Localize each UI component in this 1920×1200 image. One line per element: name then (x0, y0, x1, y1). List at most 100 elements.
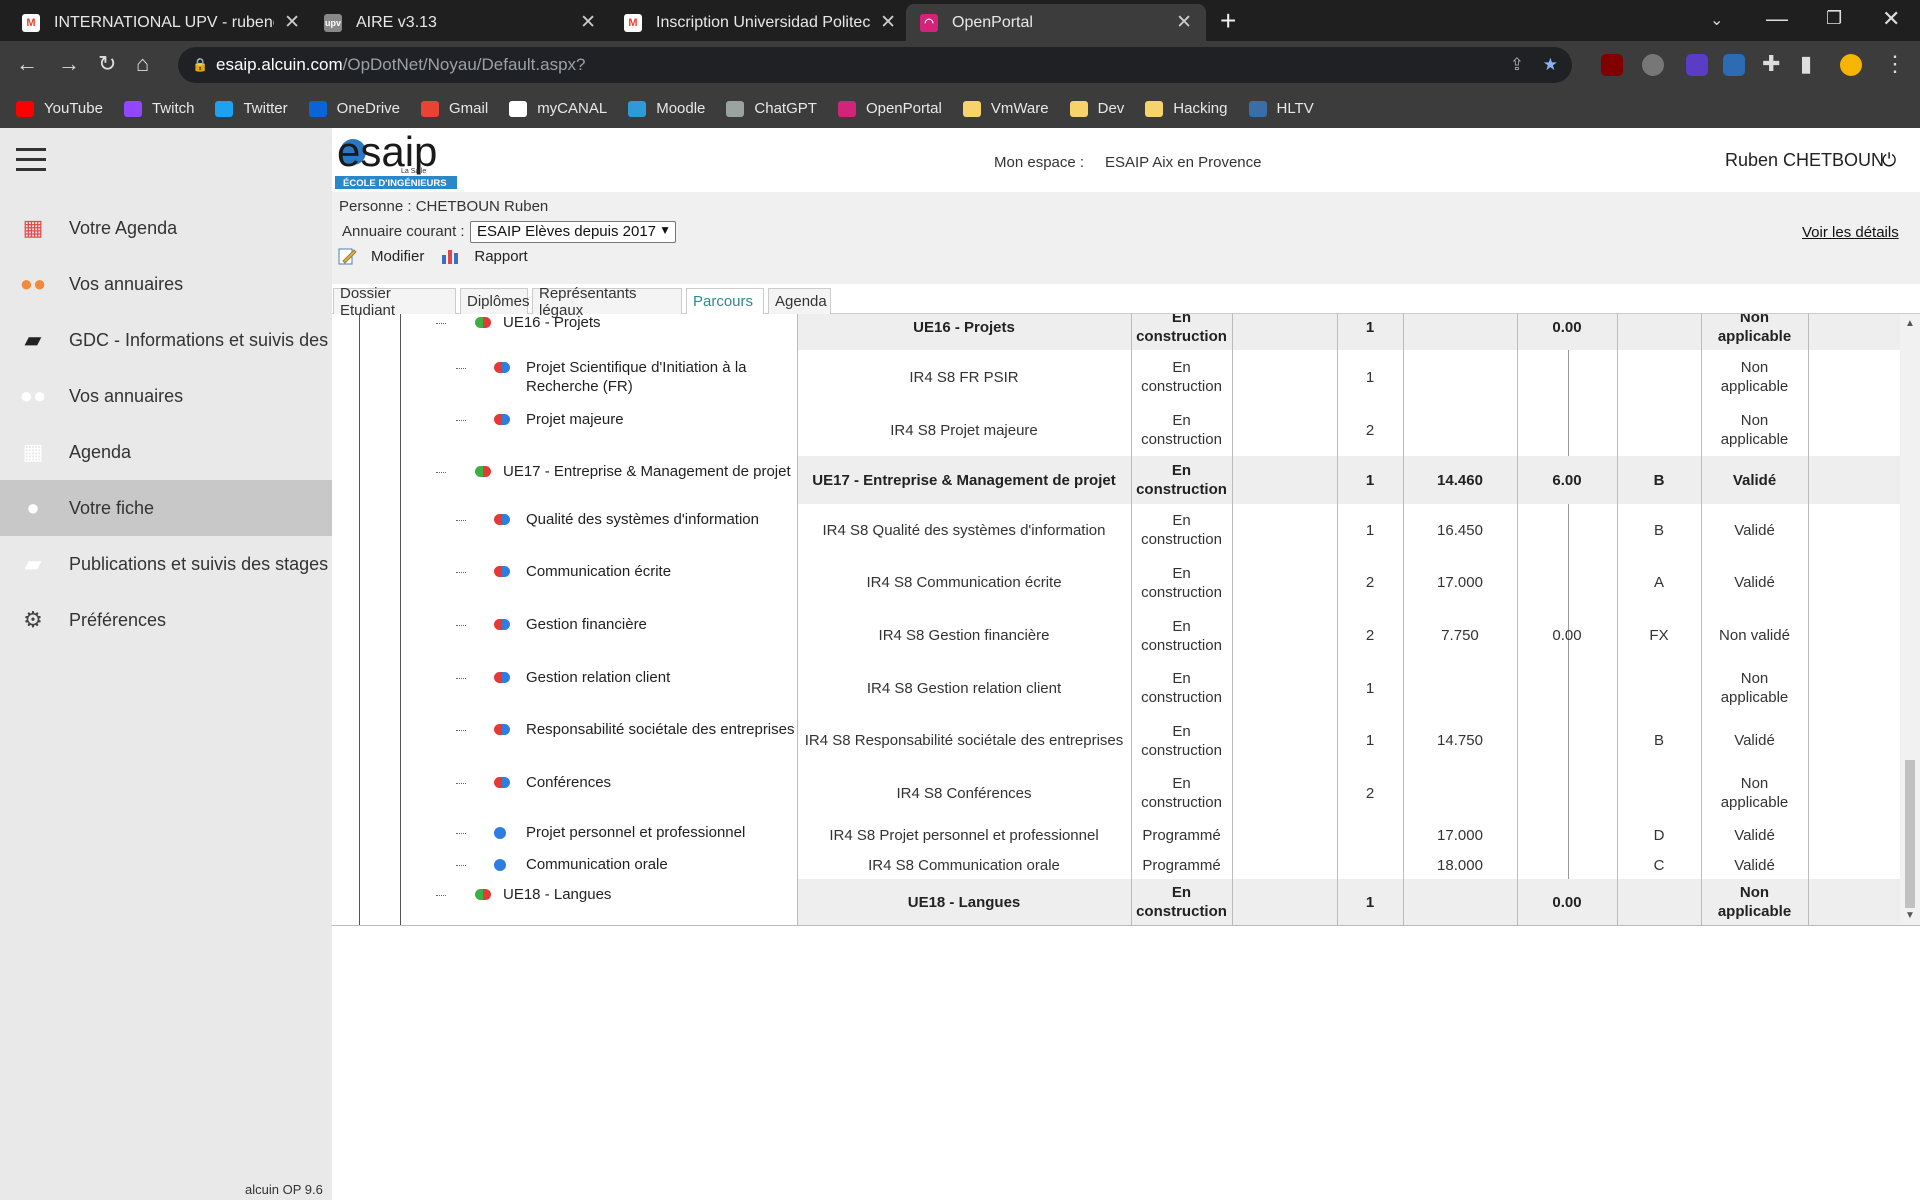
cell-separator (1517, 925, 1518, 926)
hamburger-menu-icon[interactable] (16, 148, 46, 172)
more-menu-icon[interactable]: ⋮ (1884, 51, 1906, 77)
scroll-down-icon[interactable]: ▼ (1905, 910, 1915, 921)
minimize-icon[interactable]: — (1766, 6, 1788, 32)
course-row[interactable]: EspagnolIR4 S8 EspagnolEn construction 1 N… (332, 925, 1900, 926)
annuaire-select[interactable]: ESAIP Elèves depuis 2017 ▼ (470, 221, 676, 243)
tree-label[interactable]: Communication orale (526, 855, 668, 874)
url-input[interactable]: 🔒 esaip.alcuin.com/OpDotNet/Noyau/Defaul… (178, 47, 1572, 83)
extension-icon[interactable] (1642, 54, 1664, 76)
bookmark-twitch[interactable]: Twitch (123, 100, 194, 117)
tree-label[interactable]: Gestion financière (526, 615, 647, 634)
course-row[interactable]: Gestion financière IR4 S8 Gestion financi… (332, 609, 1900, 662)
restore-icon[interactable]: ❐ (1826, 8, 1842, 29)
bookmark-star-icon[interactable]: ★ (1543, 55, 1558, 75)
tab-representants-legaux[interactable]: Représentants légaux (532, 285, 682, 319)
tree-label[interactable]: Gestion relation client (526, 668, 670, 687)
course-row[interactable]: Projet personnel et professionnel IR4 S8 … (332, 819, 1900, 851)
course-row[interactable]: Projet Scientifique d'Initiation à la Re… (332, 350, 1900, 404)
bookmark-hacking[interactable]: Hacking (1145, 100, 1228, 117)
scrollbar-thumb[interactable] (1905, 760, 1915, 908)
bookmark-onedrive[interactable]: OneDrive (308, 100, 400, 117)
details-link[interactable]: Voir les détails (1802, 224, 1899, 241)
tab-search-icon[interactable]: ⌄ (1710, 10, 1723, 30)
tree-label[interactable]: UE16 - Projets (503, 314, 601, 332)
cell-note: 17.000 (1437, 826, 1483, 844)
back-icon[interactable]: ← (16, 51, 38, 77)
course-row[interactable]: Communication écrite IR4 S8 Communication… (332, 556, 1900, 609)
tab-diplomes[interactable]: Diplômes (460, 288, 530, 314)
close-tab-icon[interactable]: ✕ (880, 11, 896, 34)
bookmark-dev[interactable]: Dev (1069, 100, 1124, 117)
close-tab-icon[interactable]: ✕ (580, 11, 596, 34)
ue-row[interactable]: UE17 - Entreprise & Management de projet… (332, 456, 1900, 504)
vertical-scrollbar[interactable]: ▲ ▼ (1900, 314, 1920, 925)
tree-label[interactable]: Projet Scientifique d'Initiation à la Re… (491, 358, 761, 396)
tree-connector (436, 895, 446, 896)
tab-parcours[interactable]: Parcours (686, 288, 764, 314)
tree-label[interactable]: UE17 - Entreprise & Management de projet (503, 462, 791, 481)
bookmark-moodle[interactable]: Moodle (628, 100, 705, 117)
reload-icon[interactable]: ↻ (98, 51, 116, 77)
browser-tab-3[interactable]: M Inscription Universidad Politecnic ✕ (610, 4, 910, 41)
bookmark-mycanal[interactable]: myCANAL (509, 100, 607, 117)
browser-tab-2[interactable]: upv AIRE v3.13 ✕ (310, 4, 610, 41)
extension-icon[interactable] (1686, 54, 1708, 76)
course-row[interactable]: Qualité des systèmes d'information IR4 S8… (332, 504, 1900, 556)
tree-label[interactable]: Projet personnel et professionnel (526, 823, 745, 842)
bookmark-openportal[interactable]: OpenPortal (837, 100, 942, 117)
tree-label[interactable]: Projet majeure (526, 410, 624, 429)
home-icon[interactable]: ⌂ (136, 51, 149, 77)
course-row[interactable]: Communication orale IR4 S8 Communication … (332, 851, 1900, 879)
sidebar-item-3[interactable]: ●● Vos annuaires (0, 368, 332, 424)
tab-dossier-etudiant[interactable]: Dossier Etudiant (333, 285, 456, 319)
puzzle-icon[interactable]: ✚ (1762, 51, 1780, 77)
close-window-icon[interactable]: ✕ (1882, 6, 1900, 32)
sidebar-item-1[interactable]: ●● Vos annuaires (0, 256, 332, 312)
bookmark-youtube[interactable]: YouTube (16, 100, 103, 117)
modify-button[interactable]: Modifier (337, 246, 424, 266)
ue-row[interactable]: UE18 - Langues UE18 - Langues En construct… (332, 879, 1900, 925)
tree-label[interactable]: Qualité des systèmes d'information (526, 510, 759, 529)
ue-row[interactable]: UE16 - Projets UE16 - Projets En construct… (332, 314, 1900, 350)
tree-label[interactable]: UE18 - Langues (503, 885, 611, 904)
bookmark-twitter[interactable]: Twitter (215, 100, 288, 117)
sidebar-item-4[interactable]: ▦ Agenda (0, 424, 332, 480)
tree-label[interactable]: Conférences (526, 773, 611, 792)
tab-agenda[interactable]: Agenda (768, 288, 831, 314)
side-panel-icon[interactable]: ▮ (1800, 51, 1812, 77)
sidebar-item-0[interactable]: ▦ Votre Agenda (0, 200, 332, 256)
browser-tab-4[interactable]: ◠ OpenPortal ✕ (906, 4, 1206, 41)
extension-icon[interactable] (1723, 54, 1745, 76)
logout-power-icon[interactable]: ⏻ (1882, 150, 1896, 171)
bookmark-hltv[interactable]: HLTV (1248, 100, 1314, 117)
tree-label[interactable]: Communication écrite (526, 562, 671, 581)
action-bar: Modifier Rapport (337, 246, 544, 266)
course-row[interactable]: Conférences IR4 S8 Conférences En construc… (332, 767, 1900, 819)
sidebar-item-2[interactable]: ▰ GDC - Informations et suivis des st (0, 312, 332, 368)
course-row[interactable]: Projet majeure IR4 S8 Projet majeure En co… (332, 404, 1900, 456)
twitch-icon (123, 100, 142, 117)
forward-icon[interactable]: → (58, 51, 80, 77)
row-cells: IR4 S8 EspagnolEn construction 1 Non appli… (797, 925, 1900, 926)
bookmark-chatgpt[interactable]: ChatGPT (726, 100, 817, 117)
share-icon[interactable]: ⇪ (1510, 55, 1524, 75)
close-tab-icon[interactable]: ✕ (284, 11, 300, 34)
report-button[interactable]: Rapport (440, 246, 528, 266)
page-header: esaip La Salle ÉCOLE D'INGÉNIEURS Mon es… (332, 128, 1920, 192)
ublock-icon[interactable] (1601, 54, 1623, 76)
course-row[interactable]: Responsabilité sociétale des entreprises… (332, 714, 1900, 767)
espace-value[interactable]: ESAIP Aix en Provence (1105, 154, 1261, 171)
close-tab-icon[interactable]: ✕ (1176, 11, 1192, 34)
avatar[interactable] (1840, 54, 1862, 76)
browser-tab-1[interactable]: M INTERNATIONAL UPV - rubenche ✕ (8, 4, 314, 41)
sidebar-item-5[interactable]: ● Votre fiche (0, 480, 332, 536)
scroll-up-icon[interactable]: ▲ (1905, 318, 1915, 329)
bookmark-gmail[interactable]: Gmail (421, 100, 488, 117)
bookmark-vmware[interactable]: VmWare (962, 100, 1049, 117)
new-tab-icon[interactable]: + (1220, 6, 1236, 36)
chatgpt-icon (726, 100, 745, 117)
tree-label[interactable]: Responsabilité sociétale des entreprises (526, 720, 794, 739)
course-row[interactable]: Gestion relation client IR4 S8 Gestion re… (332, 662, 1900, 714)
sidebar-item-7[interactable]: ⚙ Préférences (0, 592, 332, 648)
sidebar-item-6[interactable]: ▰ Publications et suivis des stages (0, 536, 332, 592)
